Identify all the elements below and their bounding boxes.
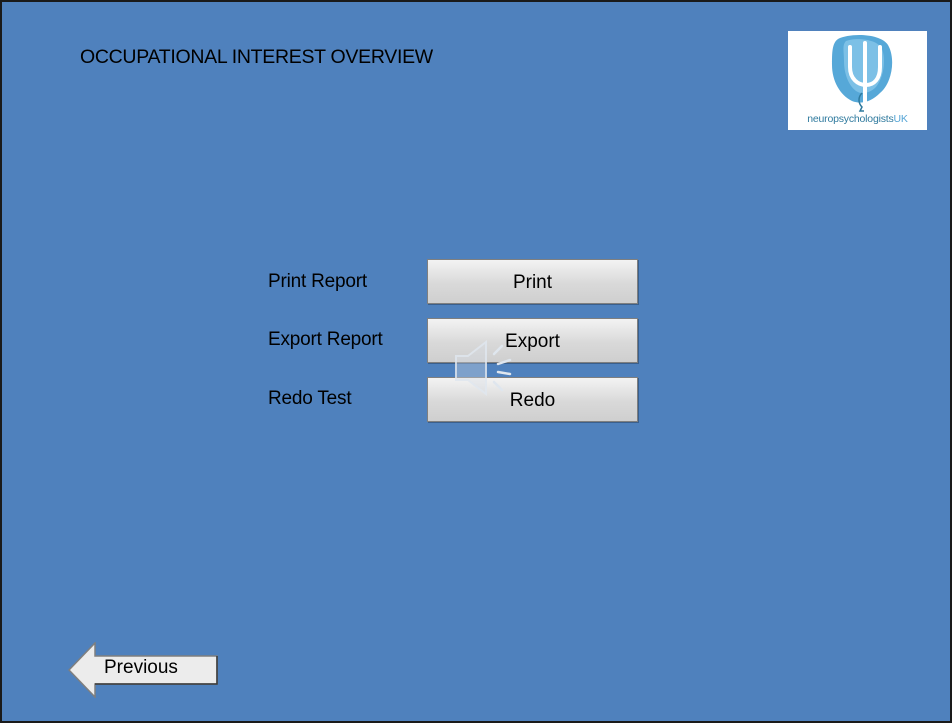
print-report-label: Print Report — [268, 271, 367, 292]
redo-test-label: Redo Test — [268, 388, 352, 409]
print-button[interactable]: Print — [427, 259, 638, 304]
neuropsychologists-uk-logo: neuropsychologistsUK — [788, 31, 927, 130]
logo-text: neuropsychologistsUK — [807, 113, 908, 125]
previous-label: Previous — [104, 657, 178, 678]
speaker-icon[interactable] — [454, 339, 524, 401]
slide: OCCUPATIONAL INTEREST OVERVIEW neuropsyc… — [0, 0, 952, 723]
page-title: OCCUPATIONAL INTEREST OVERVIEW — [80, 46, 433, 68]
export-report-label: Export Report — [268, 329, 383, 350]
previous-button[interactable]: Previous — [68, 642, 220, 698]
